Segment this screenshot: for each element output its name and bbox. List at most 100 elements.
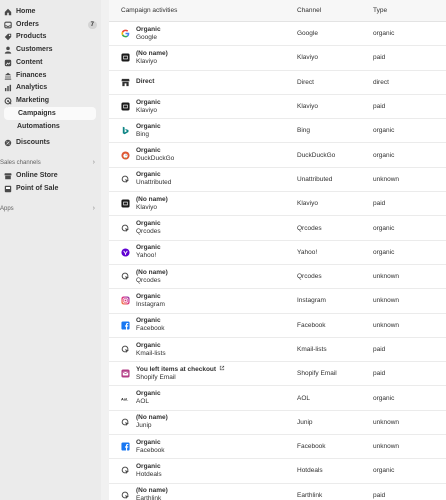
header-type[interactable]: Type — [373, 7, 446, 14]
nav-online-store[interactable]: Online Store — [3, 169, 97, 182]
table-row[interactable]: Organic Unattributed Unattributed unknown — [109, 168, 446, 193]
header-channel[interactable]: Channel — [297, 7, 373, 14]
table-row[interactable]: Organic Facebook Facebook unknown — [109, 314, 446, 338]
nav-discounts[interactable]: Discounts — [3, 136, 97, 149]
nav-content-label: Content — [16, 59, 43, 66]
nav-campaigns-label: Campaigns — [18, 110, 56, 117]
table-row[interactable]: (No name) Klaviyo Klaviyo paid — [109, 46, 446, 71]
table-row[interactable]: You left items at checkout Shopify Email S… — [109, 362, 446, 387]
nav-analytics[interactable]: Analytics — [3, 81, 97, 94]
nav-customers[interactable]: Customers — [3, 43, 97, 56]
activity-subtitle: Klaviyo — [136, 57, 157, 65]
activity-subtitle: Hotdeals — [136, 470, 162, 478]
activity-text: Organic Bing — [136, 123, 161, 139]
activity-cell: You left items at checkout Shopify Email — [109, 365, 297, 382]
nav-products-label: Products — [16, 33, 47, 40]
activity-text: Organic Instagram — [136, 293, 165, 309]
table-row[interactable]: Organic Facebook Facebook unknown — [109, 435, 446, 460]
facebook-icon — [121, 321, 130, 330]
instagram-icon — [121, 296, 130, 305]
channel-cell: Klaviyo — [297, 54, 318, 62]
table-row[interactable]: Direct Direct direct — [109, 71, 446, 95]
generic-link-icon — [121, 272, 130, 281]
direct-icon — [121, 78, 130, 87]
klaviyo-icon — [121, 53, 130, 62]
google-icon — [121, 29, 130, 38]
table-row[interactable]: (No name) Klaviyo Klaviyo paid — [109, 192, 446, 217]
header-campaign-activities[interactable]: Campaign activities — [109, 7, 297, 14]
apps-section[interactable]: Apps › — [0, 205, 95, 212]
apps-label: Apps — [0, 205, 14, 212]
channel-cell: Google — [297, 30, 318, 38]
activity-cell: Organic Google — [109, 26, 297, 42]
activity-subtitle: Facebook — [136, 446, 165, 454]
activity-cell: Organic DuckDuckGo — [109, 147, 297, 163]
content-icon — [3, 58, 12, 67]
activity-title: Organic — [136, 171, 161, 179]
activity-cell: Organic Facebook — [109, 439, 297, 455]
svg-text:Aol.: Aol. — [121, 396, 128, 401]
activity-title: (No name) — [136, 487, 168, 495]
table-row[interactable]: Organic Yahoo! Yahoo! organic — [109, 241, 446, 265]
activity-subtitle: Facebook — [136, 325, 165, 333]
duckduckgo-icon — [121, 151, 130, 160]
external-link-icon[interactable] — [219, 365, 225, 373]
nav-home-label: Home — [16, 8, 36, 15]
activity-subtitle: Junip — [136, 422, 152, 430]
nav-content[interactable]: Content — [3, 56, 97, 69]
activity-text: Organic Facebook — [136, 317, 165, 333]
table-row[interactable]: Organic Klaviyo Klaviyo paid — [109, 95, 446, 120]
table-row[interactable]: (No name) Qrcodes Qrcodes unknown — [109, 265, 446, 290]
type-cell: unknown — [373, 297, 400, 305]
activity-text: Organic Yahoo! — [136, 244, 161, 260]
sales-channels-section[interactable]: Sales channels › — [0, 159, 95, 166]
nav-point-of-sale-label: Point of Sale — [16, 185, 59, 192]
activity-title: Organic — [136, 147, 161, 155]
nav-orders-label: Orders — [16, 21, 39, 28]
discounts-icon — [3, 138, 12, 147]
campaign-activities-table: Campaign activities Channel Type Organic… — [109, 0, 446, 500]
activity-title: (No name) — [136, 268, 168, 276]
nav-home[interactable]: Home — [3, 5, 97, 18]
table-row[interactable]: Organic Instagram Instagram unknown — [109, 289, 446, 314]
table-row[interactable]: (No name) Earthlink Earthlink paid — [109, 484, 446, 500]
customers-icon — [3, 45, 12, 54]
table-row[interactable]: Organic DuckDuckGo DuckDuckGo organic — [109, 143, 446, 168]
table-row[interactable]: Organic Bing Bing organic — [109, 119, 446, 144]
table-row[interactable]: Organic Hotdeals Hotdeals organic — [109, 459, 446, 484]
chevron-right-icon: › — [92, 205, 95, 212]
nav-point-of-sale[interactable]: Point of Sale — [3, 182, 97, 195]
table-row[interactable]: Organic Kmail-lists Kmail-lists paid — [109, 338, 446, 363]
channel-cell: Qrcodes — [297, 273, 322, 281]
nav-campaigns[interactable]: Campaigns — [4, 107, 96, 120]
nav-marketing[interactable]: Marketing — [3, 94, 97, 107]
table-row[interactable]: Organic Qrcodes Qrcodes organic — [109, 216, 446, 241]
activity-title: Direct — [136, 78, 155, 86]
type-cell: organic — [373, 224, 395, 232]
channel-cell: Klaviyo — [297, 200, 318, 208]
activity-text: Direct — [136, 78, 154, 86]
activity-title: Organic — [136, 98, 161, 106]
activity-subtitle: Klaviyo — [136, 203, 157, 211]
channel-cell: Shopify Email — [297, 370, 337, 378]
activity-subtitle: DuckDuckGo — [136, 155, 175, 163]
activity-cell: (No name) Qrcodes — [109, 269, 297, 285]
nav-automations[interactable]: Automations — [3, 120, 97, 133]
activity-title: Organic — [136, 292, 161, 300]
type-cell: unknown — [373, 321, 400, 329]
generic-link-icon — [121, 345, 130, 354]
type-cell: paid — [373, 370, 386, 378]
nav-products[interactable]: Products — [3, 30, 97, 43]
channel-cell: Qrcodes — [297, 224, 322, 232]
table-row[interactable]: Aol. Organic AOL AOL organic — [109, 386, 446, 411]
activity-title: Organic — [136, 317, 161, 325]
activity-subtitle: Bing — [136, 130, 150, 138]
generic-link-icon — [121, 418, 130, 427]
table-row[interactable]: Organic Google Google organic — [109, 22, 446, 47]
activity-text: (No name) Junip — [136, 414, 168, 430]
type-cell: direct — [373, 78, 389, 86]
nav-online-store-label: Online Store — [16, 172, 58, 179]
online-store-icon — [3, 171, 12, 180]
activity-title: Organic — [136, 438, 161, 446]
table-row[interactable]: (No name) Junip Junip unknown — [109, 411, 446, 436]
